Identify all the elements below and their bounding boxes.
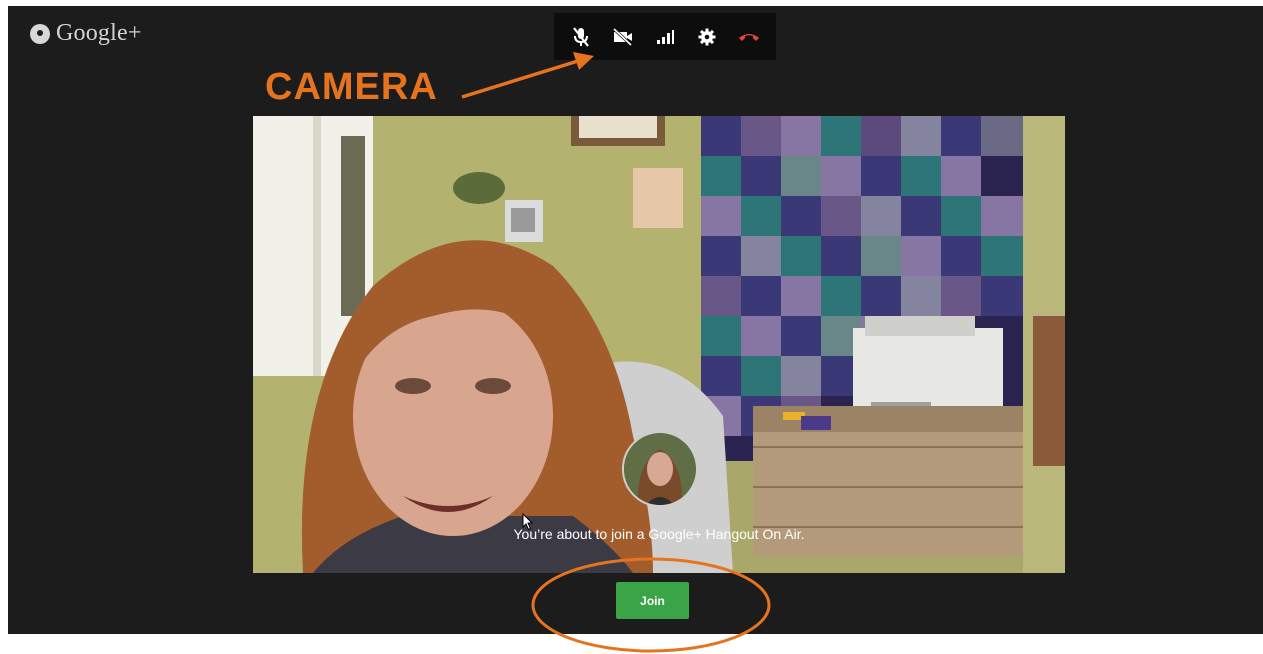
hang-up-icon[interactable]: [734, 22, 764, 52]
camera-off-icon[interactable]: [608, 22, 638, 52]
brand-name: Google+: [56, 20, 142, 46]
user-avatar: [622, 431, 698, 507]
hangouts-quote-icon: [30, 23, 50, 44]
bandwidth-signal-icon[interactable]: [650, 22, 680, 52]
hangout-window: Google+ You’re about to join a Google+ H…: [8, 6, 1263, 634]
microphone-muted-icon[interactable]: [566, 22, 596, 52]
mouse-cursor-icon: [522, 512, 534, 536]
join-button[interactable]: Join: [616, 582, 689, 619]
call-toolbar: [554, 13, 776, 60]
settings-gear-icon[interactable]: [692, 22, 722, 52]
google-plus-logo: Google+: [30, 20, 142, 47]
join-message: You’re about to join a Google+ Hangout O…: [513, 526, 805, 542]
camera-annotation-label: CAMERA: [265, 66, 438, 108]
